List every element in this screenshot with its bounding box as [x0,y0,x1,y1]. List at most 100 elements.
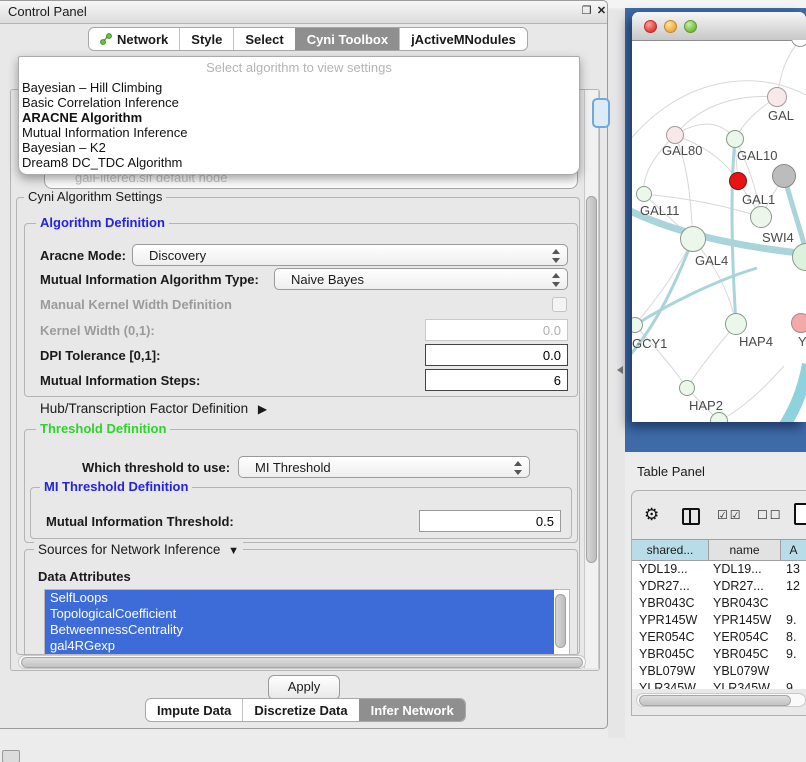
popup-item-bayesian-hill-climbing[interactable]: Bayesian – Hill Climbing [19,80,579,95]
popup-item-bayesian-k2[interactable]: Bayesian – K2 [19,140,579,155]
list-scrollbar-thumb[interactable] [555,594,566,648]
list-item[interactable]: TopologicalCoefficient [45,606,554,622]
tab-cyni-toolbox-label: Cyni Toolbox [307,32,388,47]
network-node-gal4[interactable] [680,226,706,252]
column-header-shared[interactable]: shared... [632,539,709,561]
kernel-width-label: Kernel Width (0,1): [40,323,155,338]
node-label: GAL10 [737,148,777,163]
tab-discretize-data[interactable]: Discretize Data [242,699,358,721]
column-header-partial[interactable]: A [781,539,806,561]
node-label: SWI4 [762,230,794,245]
sources-group-title[interactable]: Sources for Network Inference ▼ [34,542,243,557]
network-window-titlebar [632,12,806,41]
aracne-mode-combo[interactable]: Discovery [132,244,568,266]
tab-jactivemnodules[interactable]: jActiveMNodules [399,28,527,50]
table-row[interactable]: YBR043CYBR043C [632,595,806,612]
unchecked-checkboxes-icon[interactable]: ☐☐ [757,508,783,522]
cell: YLR345W [632,680,709,689]
tab-network-label: Network [117,32,168,47]
manual-kernel-label: Manual Kernel Width Definition [40,297,232,312]
network-node-hap4[interactable] [725,313,747,335]
table-row[interactable]: YPR145WYPR145W9. [632,612,806,629]
cell: 9. [781,646,806,663]
popup-item-mutual-information[interactable]: Mutual Information Inference [19,125,579,140]
zoom-traffic-light-icon[interactable] [684,20,697,33]
data-attributes-list[interactable]: SelfLoops TopologicalCoefficient Between… [44,589,570,655]
network-node-gray[interactable] [772,164,796,188]
apply-button[interactable]: Apply [268,675,340,700]
network-node-gal2[interactable] [767,87,787,107]
focused-combo-fragment[interactable] [592,98,610,128]
mi-type-combo[interactable]: Naive Bayes [274,268,568,290]
network-node-salmon[interactable] [791,313,806,333]
node-label: GAL1 [742,192,775,207]
dpi-tolerance-field[interactable] [425,344,568,366]
kernel-width-field[interactable] [425,319,568,341]
table-row[interactable]: YER054CYER054C8. [632,629,806,646]
minimized-panel-fragment[interactable] [2,750,20,762]
network-node-gal1[interactable] [750,206,772,228]
table-row[interactable]: YDL19...YDL19...13 [632,561,806,578]
manual-kernel-checkbox[interactable] [552,297,567,312]
expander-arrow-down-icon: ▼ [228,545,239,557]
mi-steps-field[interactable] [425,369,568,391]
close-window-icon[interactable]: ✕ [595,5,608,18]
table-horizontal-scrollbar[interactable] [636,693,806,707]
table-row[interactable]: YBR045CYBR045C9. [632,646,806,663]
tab-select[interactable]: Select [233,28,294,50]
list-item[interactable]: SelfLoops [45,590,554,606]
cell: YBR045C [632,646,709,663]
list-item[interactable]: BetweennessCentrality [45,622,554,638]
dpi-tolerance-label: DPI Tolerance [0,1]: [40,348,160,363]
popup-item-aracne[interactable]: ARACNE Algorithm [19,110,579,125]
document-icon[interactable] [794,503,806,525]
network-node-gal10[interactable] [726,130,744,148]
horizontal-scrollbar-thumb[interactable] [21,657,583,668]
close-traffic-light-icon[interactable] [644,20,657,33]
split-columns-icon[interactable] [682,508,700,525]
cell: YBR043C [632,595,709,612]
network-node-hap2[interactable] [679,380,695,396]
cell: YDR27... [709,578,781,595]
mi-threshold-definition-title: MI Threshold Definition [40,479,192,494]
cell: YPR145W [632,612,709,629]
tab-impute-data-label: Impute Data [157,703,231,718]
column-header-name[interactable]: name [709,539,781,561]
network-view-window: GAL GAL80 GAL10 GAL1 GAL11 SWI4 GAL4 GCY… [632,12,806,422]
tab-style[interactable]: Style [179,28,233,50]
list-item[interactable]: gal4RGexp [45,638,554,654]
settings-vertical-scrollbar[interactable] [584,90,599,668]
minimize-traffic-light-icon[interactable] [664,20,677,33]
cell: 9. [781,612,806,629]
gear-icon[interactable]: ⚙ [644,505,659,525]
network-canvas[interactable]: GAL GAL80 GAL10 GAL1 GAL11 SWI4 GAL4 GCY… [632,40,806,422]
vertical-scrollbar-thumb[interactable] [586,196,597,563]
combo-stepper-icon [551,249,560,263]
which-threshold-value: MI Threshold [255,460,331,475]
table-row[interactable]: YLR345WYLR345W9. [632,680,806,689]
table-row[interactable]: YDR27...YDR27...12 [632,578,806,595]
tab-impute-data[interactable]: Impute Data [146,699,242,721]
table-header: shared... name A [632,539,806,561]
table-scrollbar-thumb[interactable] [639,695,791,706]
node-label: Y [798,334,806,349]
tab-network[interactable]: Network [89,28,179,50]
network-node-gal11[interactable] [636,186,652,202]
screen: Control Panel ❐ ✕ Network Style Select C… [0,0,806,762]
float-window-icon[interactable]: ❐ [580,5,593,18]
settings-horizontal-scrollbar[interactable] [18,655,586,669]
tab-infer-network[interactable]: Infer Network [359,699,465,721]
mi-threshold-field[interactable] [419,510,561,532]
cell: YPR145W [709,612,781,629]
panel-splitter[interactable] [608,10,625,738]
network-node-red[interactable] [729,172,747,190]
network-tab-icon [100,33,112,45]
checked-checkboxes-icon[interactable]: ☑☑ [717,508,743,522]
table-row[interactable]: YBL079WYBL079W [632,663,806,680]
which-threshold-combo[interactable]: MI Threshold [238,456,530,478]
popup-item-basic-correlation[interactable]: Basic Correlation Inference [19,95,579,110]
hub-definition-expander[interactable]: Hub/Transcription Factor Definition ▶ [40,401,267,416]
network-node-gal80[interactable] [666,126,684,144]
tab-cyni-toolbox[interactable]: Cyni Toolbox [295,28,399,50]
popup-item-dream8[interactable]: Dream8 DC_TDC Algorithm [19,155,579,170]
